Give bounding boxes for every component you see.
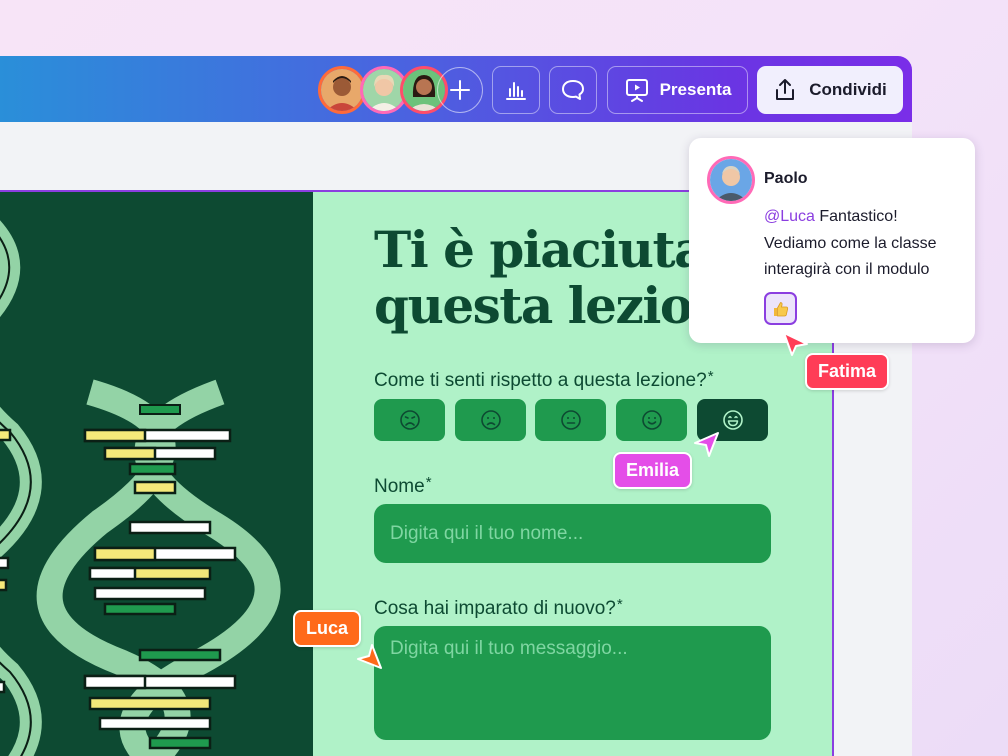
thumbs-up-icon xyxy=(773,301,788,316)
name-label-text: Nome xyxy=(374,476,425,497)
dna-helix-illustration xyxy=(0,220,281,756)
mention-link[interactable]: @Luca xyxy=(764,208,815,225)
sad-face-icon xyxy=(480,410,501,430)
comment-text: @Luca Fantastico! Vediamo come la classe… xyxy=(764,204,964,284)
cursor-arrow-icon xyxy=(694,432,719,457)
required-mark: * xyxy=(707,368,714,385)
message-field[interactable] xyxy=(374,626,771,740)
comment-card[interactable]: Paolo @Luca Fantastico! Vediamo come la … xyxy=(689,138,975,343)
dna-illustration-panel xyxy=(0,192,313,756)
required-mark: * xyxy=(425,474,432,491)
cursor-label-luca: Luca xyxy=(293,610,362,647)
cursor-arrow-icon xyxy=(783,332,808,356)
share-button[interactable]: Condividi xyxy=(757,66,903,114)
person-icon xyxy=(710,159,752,201)
cursor-label-fatima: Fatima xyxy=(805,353,890,390)
happy-face-icon xyxy=(641,410,662,430)
present-icon xyxy=(625,79,648,102)
mood-option[interactable] xyxy=(535,399,606,441)
add-collaborator-button[interactable] xyxy=(437,67,483,113)
mood-option[interactable] xyxy=(374,399,445,441)
name-label: Nome* xyxy=(374,474,432,498)
learn-label: Cosa hai imparato di nuovo?* xyxy=(374,596,623,620)
insights-button[interactable] xyxy=(492,66,540,114)
comment-button[interactable] xyxy=(549,66,597,114)
present-button[interactable]: Presenta xyxy=(607,66,748,114)
person-icon xyxy=(321,69,363,111)
comment-author-avatar xyxy=(707,156,755,204)
learn-label-text: Cosa hai imparato di nuovo? xyxy=(374,598,616,619)
very-sad-face-icon xyxy=(399,410,420,430)
mood-question-label: Come ti senti rispetto a questa lezione?… xyxy=(374,368,714,392)
mood-option[interactable] xyxy=(616,399,687,441)
name-field[interactable] xyxy=(374,504,771,563)
add-icon xyxy=(450,80,470,100)
present-label: Presenta xyxy=(659,80,732,99)
cursor-arrow-icon xyxy=(357,644,382,669)
reaction-button[interactable] xyxy=(764,292,797,325)
share-icon xyxy=(776,79,795,100)
cursor-label-emilia: Emilia xyxy=(613,452,693,489)
comment-author: Paolo xyxy=(764,170,808,187)
required-mark: * xyxy=(616,596,623,613)
mood-option[interactable] xyxy=(455,399,526,441)
neutral-face-icon xyxy=(560,410,581,430)
top-bar: Presenta Condividi xyxy=(0,56,912,122)
insights-icon xyxy=(506,82,526,100)
share-label: Condividi xyxy=(809,80,887,99)
comment-icon xyxy=(562,80,584,100)
mood-question-text: Come ti senti rispetto a questa lezione? xyxy=(374,370,707,391)
person-icon xyxy=(363,69,405,111)
avatar[interactable] xyxy=(318,66,366,114)
very-happy-face-icon xyxy=(722,410,743,430)
